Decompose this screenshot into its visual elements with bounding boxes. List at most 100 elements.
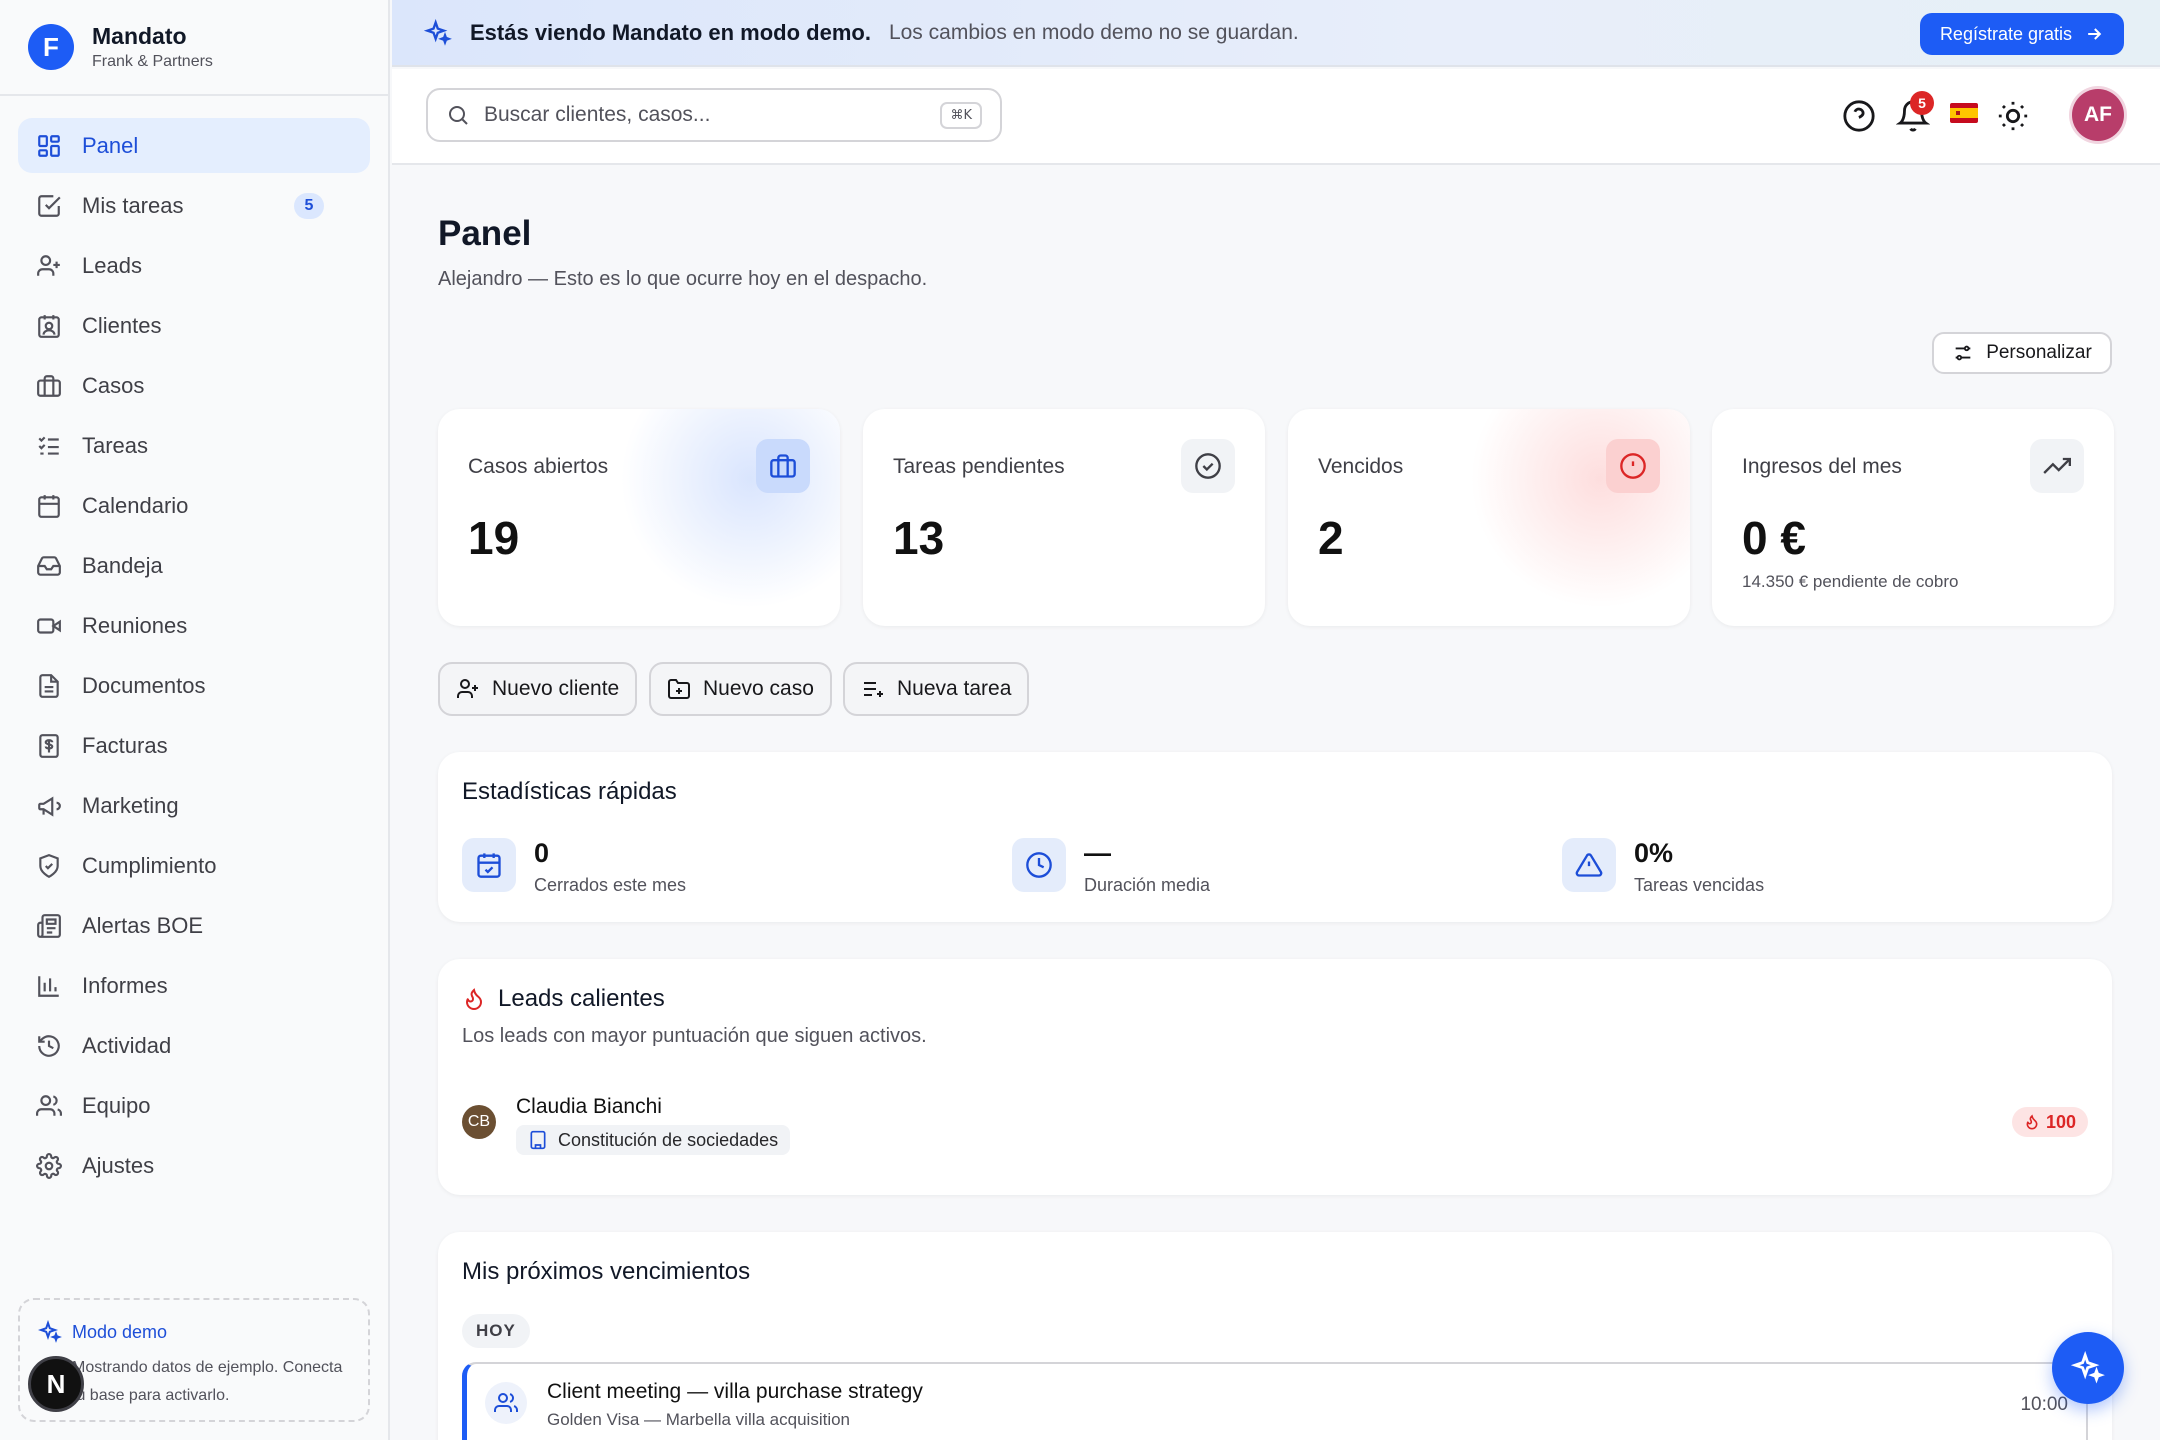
help-icon[interactable] (1842, 99, 1876, 133)
sidebar-item-bandeja[interactable]: Bandeja (18, 538, 370, 593)
user-avatar[interactable]: AF (2072, 89, 2124, 141)
new-task-button[interactable]: Nueva tarea (843, 662, 1030, 716)
customize-button[interactable]: Personalizar (1932, 332, 2112, 374)
new-client-label: Nuevo cliente (492, 677, 620, 700)
customize-button-label: Personalizar (1986, 342, 2092, 363)
sparkles-icon (2071, 1351, 2105, 1384)
sidebar-item-actividad[interactable]: Actividad (18, 1018, 370, 1073)
dev-tools-badge[interactable]: N (28, 1356, 84, 1412)
check-square-icon (38, 194, 61, 217)
warning-triangle-icon (1562, 838, 1616, 892)
sidebar-item-facturas[interactable]: Facturas (18, 718, 370, 773)
ai-assistant-button[interactable] (2052, 1332, 2124, 1404)
sidebar-nav: Panel Mis tareas 5 Leads Clientes Casos … (0, 96, 388, 1193)
top-bar: Buscar clientes, casos... ⌘K 5 AF (392, 69, 2160, 165)
sidebar-item-reuniones[interactable]: Reuniones (18, 598, 370, 653)
brand-logo: F (28, 24, 74, 70)
check-circle-icon (1181, 439, 1235, 493)
stat-label: Tareas pendientes (893, 455, 1065, 478)
history-icon (38, 1034, 60, 1057)
search-input[interactable]: Buscar clientes, casos... ⌘K (426, 88, 1002, 142)
sidebar-item-label: Cumplimiento (82, 852, 217, 878)
sidebar-item-ajustes[interactable]: Ajustes (18, 1138, 370, 1193)
spain-flag-icon[interactable] (1950, 103, 1978, 123)
page-subtitle: Alejandro — Esto es lo que ocurre hoy en… (438, 268, 928, 290)
sliders-icon (1955, 345, 1971, 361)
sidebar-item-clientes[interactable]: Clientes (18, 298, 370, 353)
sidebar-item-label: Equipo (82, 1092, 151, 1118)
stat-value: 19 (468, 512, 520, 564)
calendar-icon (38, 494, 60, 518)
folder-plus-icon (668, 679, 690, 699)
calendar-check-icon (462, 838, 516, 892)
demo-mode-title: Modo demo (72, 1321, 168, 1342)
deadlines-title: Mis próximos vencimientos (462, 1258, 751, 1285)
sidebar-item-tareas[interactable]: Tareas (18, 418, 370, 473)
quick-stat-overdue-tasks: 0% Tareas vencidas (1562, 838, 1764, 896)
register-button-label: Regístrate gratis (1939, 23, 2072, 44)
sidebar-item-label: Marketing (82, 792, 179, 818)
banner-message: Estás viendo Mandato en modo demo. (470, 19, 871, 45)
sidebar-item-alertas-boe[interactable]: Alertas BOE (18, 898, 370, 953)
quick-stat-closed: 0 Cerrados este mes (462, 838, 686, 896)
sidebar-item-label: Mis tareas (82, 192, 184, 218)
stat-card-monthly-revenue[interactable]: Ingresos del mes 0 € 14.350 € pendiente … (1712, 409, 2114, 626)
bar-chart-icon (38, 975, 59, 997)
notifications-badge: 5 (1910, 91, 1934, 115)
sidebar-item-casos[interactable]: Casos (18, 358, 370, 413)
stat-card-pending-tasks[interactable]: Tareas pendientes 13 (863, 409, 1265, 626)
sidebar-item-equipo[interactable]: Equipo (18, 1078, 370, 1133)
day-label: HOY (462, 1314, 530, 1348)
sidebar: F Mandato Frank & Partners Panel Mis tar… (0, 0, 390, 1440)
tasks-count-badge: 5 (294, 193, 324, 219)
users-icon (36, 1094, 62, 1116)
demo-mode-text-1: Mostrando datos de ejemplo. Conecta (72, 1359, 343, 1376)
sidebar-item-label: Casos (82, 372, 145, 398)
sidebar-item-mis-tareas[interactable]: Mis tareas 5 (18, 178, 370, 233)
stat-label: Casos abiertos (468, 455, 609, 478)
flame-icon (2026, 1114, 2038, 1130)
sidebar-item-panel[interactable]: Panel (18, 118, 370, 173)
sun-icon[interactable] (1996, 99, 2030, 133)
register-button[interactable]: Regístrate gratis (1919, 13, 2124, 55)
briefcase-icon (37, 374, 61, 397)
demo-banner: Estás viendo Mandato en modo demo. Los c… (392, 0, 2160, 67)
sidebar-item-leads[interactable]: Leads (18, 238, 370, 293)
sidebar-item-cumplimiento[interactable]: Cumplimiento (18, 838, 370, 893)
sidebar-item-marketing[interactable]: Marketing (18, 778, 370, 833)
stat-card-open-cases[interactable]: Casos abiertos 19 (438, 409, 840, 626)
shield-check-icon (39, 853, 59, 878)
quick-stat-label: Duración media (1084, 875, 1211, 895)
sidebar-item-documentos[interactable]: Documentos (18, 658, 370, 713)
quick-stat-value: 0 (534, 838, 550, 868)
sidebar-item-label: Informes (82, 972, 168, 998)
building-icon (530, 1130, 546, 1150)
event-subtitle: Golden Visa — Marbella villa acquisition (547, 1410, 851, 1429)
sidebar-item-label: Reuniones (82, 612, 188, 638)
event-time: 10:00 (2020, 1394, 2068, 1415)
quick-stat-label: Cerrados este mes (534, 875, 687, 895)
sidebar-item-label: Alertas BOE (82, 912, 204, 938)
search-icon (449, 106, 468, 125)
sidebar-item-informes[interactable]: Informes (18, 958, 370, 1013)
list-plus-icon (864, 682, 883, 697)
sparkles-icon (424, 18, 452, 46)
lead-name[interactable]: Claudia Bianchi (516, 1095, 662, 1119)
list-check-icon (38, 436, 59, 455)
deadline-event[interactable]: Client meeting — villa purchase strategy… (462, 1362, 2088, 1440)
quick-stat-value: 0% (1634, 838, 1674, 868)
page-title: Panel (438, 214, 532, 253)
file-icon (39, 673, 59, 698)
sidebar-item-label: Tareas (82, 432, 149, 458)
user-plus-icon (37, 254, 60, 276)
lead-practice-label: Constitución de sociedades (558, 1129, 779, 1150)
sidebar-item-label: Clientes (82, 312, 162, 338)
brand-subtitle: Frank & Partners (92, 53, 213, 70)
demo-mode-text-2: tu base para activarlo. (72, 1387, 230, 1404)
new-case-button[interactable]: Nuevo caso (649, 662, 832, 716)
newspaper-icon (37, 913, 61, 938)
new-client-button[interactable]: Nuevo cliente (438, 662, 638, 716)
brand[interactable]: F Mandato Frank & Partners (0, 0, 388, 96)
stat-card-overdue[interactable]: Vencidos 2 (1288, 409, 1690, 626)
sidebar-item-calendario[interactable]: Calendario (18, 478, 370, 533)
